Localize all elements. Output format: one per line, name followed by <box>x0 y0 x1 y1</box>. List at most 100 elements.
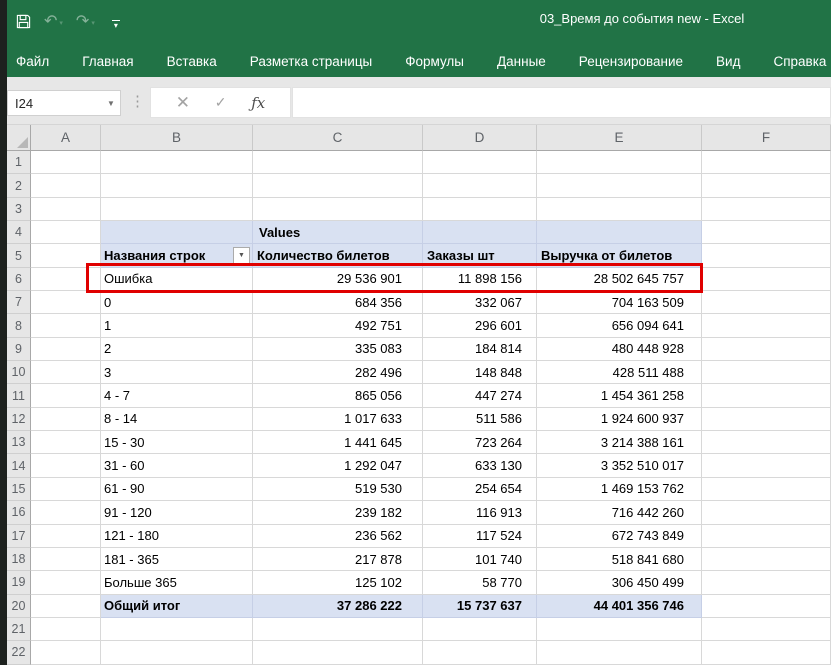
cell-C3[interactable] <box>253 198 423 221</box>
cell-A16[interactable] <box>31 501 101 524</box>
cell-E15[interactable]: 1 469 153 762 <box>537 478 702 501</box>
cell-A7[interactable] <box>31 291 101 314</box>
cell-B1[interactable] <box>101 151 253 174</box>
name-box-dropdown-icon[interactable]: ▼ <box>102 99 120 108</box>
cell-C2[interactable] <box>253 174 423 197</box>
cell-D16[interactable]: 116 913 <box>423 501 537 524</box>
cell-E10[interactable]: 428 511 488 <box>537 361 702 384</box>
cell-A6[interactable] <box>31 268 101 291</box>
cell-B20[interactable]: Общий итог <box>101 595 253 618</box>
cell-B22[interactable] <box>101 641 253 664</box>
cell-D17[interactable]: 117 524 <box>423 525 537 548</box>
cell-C7[interactable]: 684 356 <box>253 291 423 314</box>
cell-B7[interactable]: 0 <box>101 291 253 314</box>
cell-D8[interactable]: 296 601 <box>423 314 537 337</box>
cell-B13[interactable]: 15 - 30 <box>101 431 253 454</box>
ribbon-tab-5[interactable]: Данные <box>497 54 546 69</box>
cell-F4[interactable] <box>702 221 831 244</box>
cell-C22[interactable] <box>253 641 423 664</box>
cancel-icon[interactable]: ✕ <box>176 93 190 113</box>
cell-B19[interactable]: Больше 365 <box>101 571 253 594</box>
cell-E6[interactable]: 28 502 645 757 <box>537 268 702 291</box>
cell-E11[interactable]: 1 454 361 258 <box>537 384 702 407</box>
cell-B5[interactable]: Названия строк▼ <box>101 244 253 267</box>
cell-E4[interactable] <box>537 221 702 244</box>
cell-A15[interactable] <box>31 478 101 501</box>
cell-C14[interactable]: 1 292 047 <box>253 454 423 477</box>
cell-D19[interactable]: 58 770 <box>423 571 537 594</box>
cell-E17[interactable]: 672 743 849 <box>537 525 702 548</box>
cell-A19[interactable] <box>31 571 101 594</box>
cell-D3[interactable] <box>423 198 537 221</box>
cell-C6[interactable]: 29 536 901 <box>253 268 423 291</box>
cell-E16[interactable]: 716 442 260 <box>537 501 702 524</box>
cell-F5[interactable] <box>702 244 831 267</box>
cell-F1[interactable] <box>702 151 831 174</box>
formula-input[interactable] <box>292 87 831 118</box>
column-header-F[interactable]: F <box>702 125 831 151</box>
cell-B10[interactable]: 3 <box>101 361 253 384</box>
cell-B15[interactable]: 61 - 90 <box>101 478 253 501</box>
cell-E1[interactable] <box>537 151 702 174</box>
cell-C8[interactable]: 492 751 <box>253 314 423 337</box>
cell-F6[interactable] <box>702 268 831 291</box>
cell-C12[interactable]: 1 017 633 <box>253 408 423 431</box>
cell-E18[interactable]: 518 841 680 <box>537 548 702 571</box>
cell-C4[interactable]: Values <box>253 221 423 244</box>
cell-F19[interactable] <box>702 571 831 594</box>
cell-B6[interactable]: Ошибка <box>101 268 253 291</box>
cell-F21[interactable] <box>702 618 831 641</box>
cell-F20[interactable] <box>702 595 831 618</box>
cell-A11[interactable] <box>31 384 101 407</box>
cell-D13[interactable]: 723 264 <box>423 431 537 454</box>
cell-D22[interactable] <box>423 641 537 664</box>
cell-E5[interactable]: Выручка от билетов <box>537 244 702 267</box>
cell-B12[interactable]: 8 - 14 <box>101 408 253 431</box>
cell-B17[interactable]: 121 - 180 <box>101 525 253 548</box>
ribbon-tab-1[interactable]: Главная <box>82 54 133 69</box>
cell-A22[interactable] <box>31 641 101 664</box>
cell-C1[interactable] <box>253 151 423 174</box>
column-header-C[interactable]: C <box>253 125 423 151</box>
insert-function-icon[interactable]: ƒx <box>251 94 265 112</box>
cell-D15[interactable]: 254 654 <box>423 478 537 501</box>
cell-F22[interactable] <box>702 641 831 664</box>
cell-A2[interactable] <box>31 174 101 197</box>
redo-dropdown-icon[interactable]: ▾ <box>91 19 95 29</box>
cell-E22[interactable] <box>537 641 702 664</box>
cell-D1[interactable] <box>423 151 537 174</box>
cell-D6[interactable]: 11 898 156 <box>423 268 537 291</box>
cell-B4[interactable] <box>101 221 253 244</box>
cell-E3[interactable] <box>537 198 702 221</box>
cell-B11[interactable]: 4 - 7 <box>101 384 253 407</box>
cell-C18[interactable]: 217 878 <box>253 548 423 571</box>
cell-A17[interactable] <box>31 525 101 548</box>
ribbon-tab-6[interactable]: Рецензирование <box>579 54 683 69</box>
column-header-D[interactable]: D <box>423 125 537 151</box>
cell-D7[interactable]: 332 067 <box>423 291 537 314</box>
cell-A14[interactable] <box>31 454 101 477</box>
cell-C11[interactable]: 865 056 <box>253 384 423 407</box>
cell-C16[interactable]: 239 182 <box>253 501 423 524</box>
cell-B18[interactable]: 181 - 365 <box>101 548 253 571</box>
ribbon-tab-0[interactable]: Файл <box>16 54 49 69</box>
row-labels-filter-button[interactable]: ▼ <box>233 247 250 264</box>
cell-B21[interactable] <box>101 618 253 641</box>
cell-C5[interactable]: Количество билетов <box>253 244 423 267</box>
cell-C21[interactable] <box>253 618 423 641</box>
enter-icon[interactable]: ✓ <box>215 94 227 111</box>
cell-E9[interactable]: 480 448 928 <box>537 338 702 361</box>
ribbon-tab-2[interactable]: Вставка <box>167 54 217 69</box>
cell-E14[interactable]: 3 352 510 017 <box>537 454 702 477</box>
cell-D4[interactable] <box>423 221 537 244</box>
ribbon-tab-3[interactable]: Разметка страницы <box>250 54 372 69</box>
name-box[interactable]: I24 ▼ <box>7 90 121 116</box>
cell-D14[interactable]: 633 130 <box>423 454 537 477</box>
cell-A1[interactable] <box>31 151 101 174</box>
cell-B14[interactable]: 31 - 60 <box>101 454 253 477</box>
save-icon[interactable] <box>16 14 31 29</box>
cell-E13[interactable]: 3 214 388 161 <box>537 431 702 454</box>
cell-A18[interactable] <box>31 548 101 571</box>
cell-B9[interactable]: 2 <box>101 338 253 361</box>
cell-F3[interactable] <box>702 198 831 221</box>
